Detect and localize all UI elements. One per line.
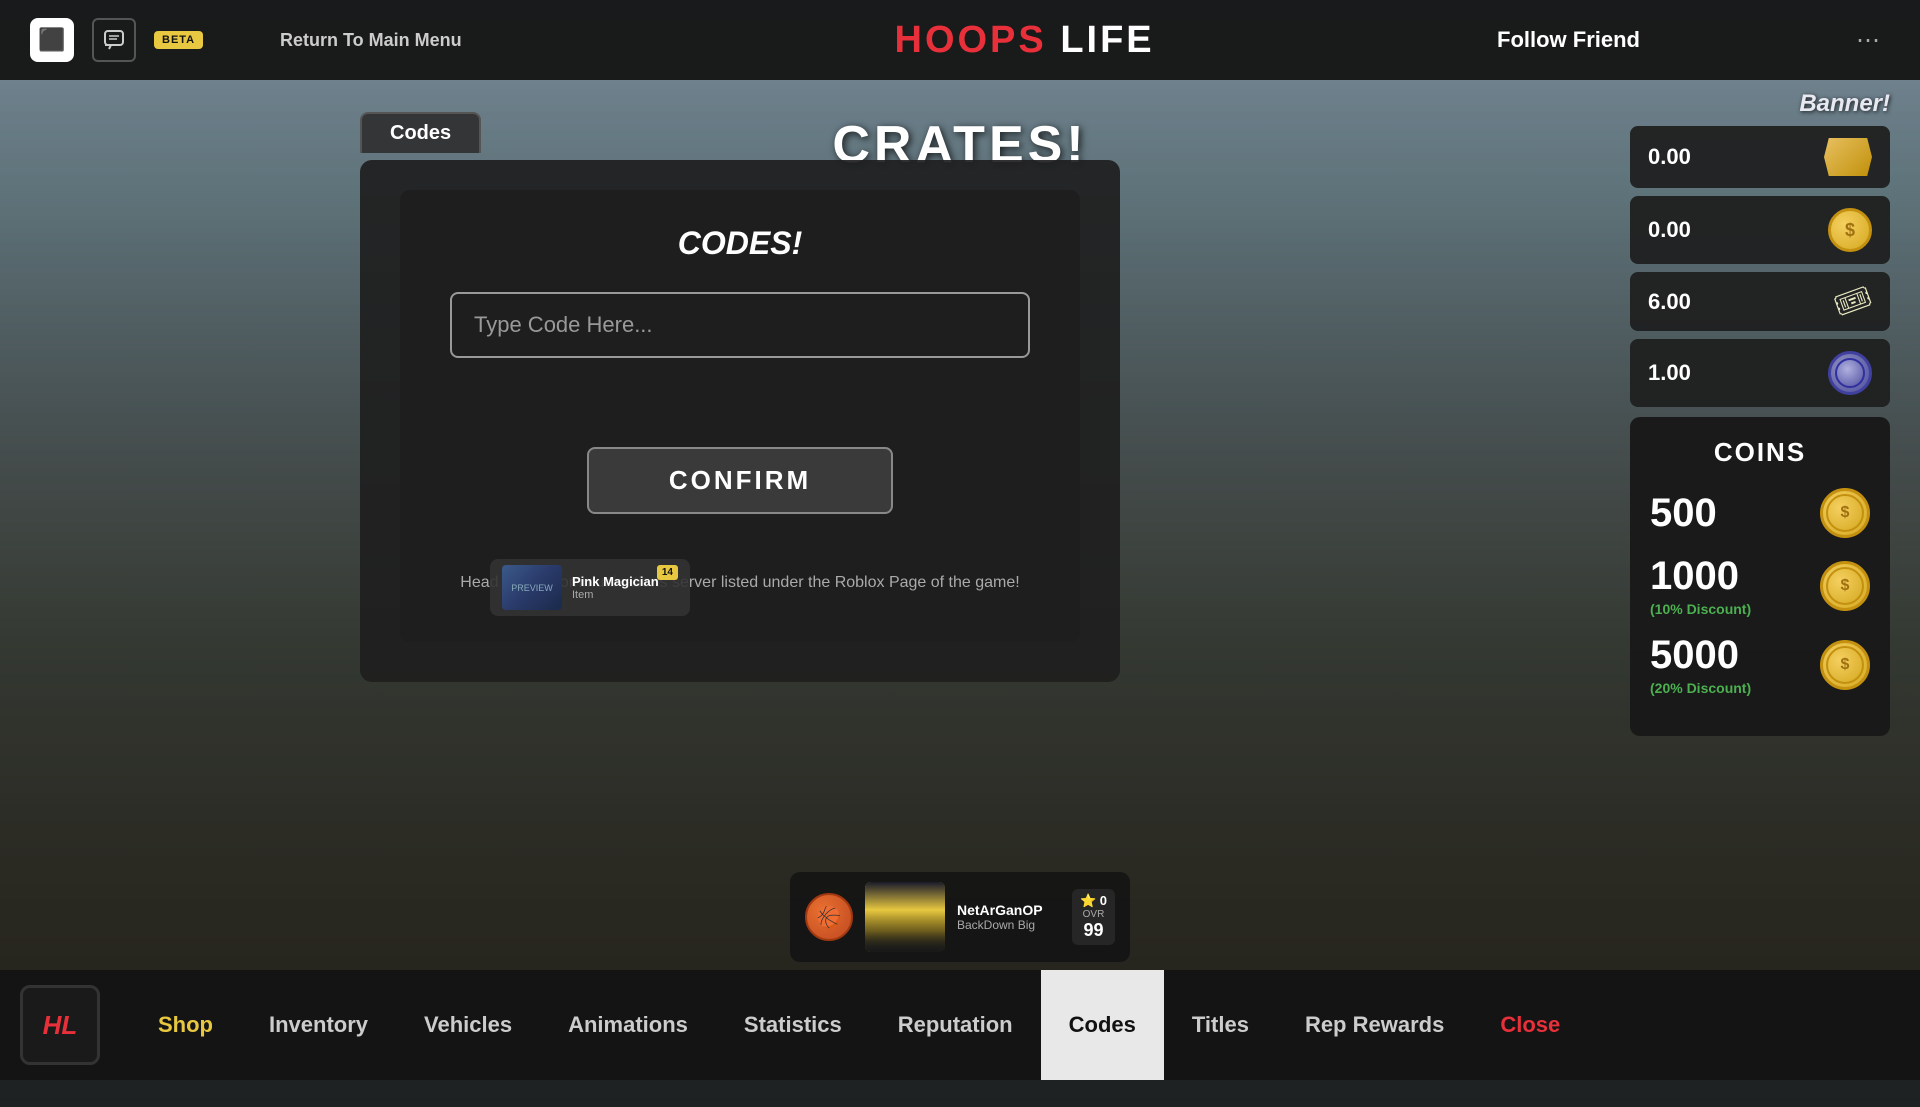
nav-vehicles[interactable]: Vehicles <box>396 970 540 1080</box>
nav-titles[interactable]: Titles <box>1164 970 1277 1080</box>
chat-icon[interactable] <box>92 18 136 62</box>
code-input[interactable] <box>450 292 1030 358</box>
preview-card: PREVIEW Pink Magician Item 14 <box>490 559 690 616</box>
bottom-nav: HL Shop Inventory Vehicles Animations St… <box>0 970 1920 1080</box>
roblox-icon: ⬛ <box>30 18 74 62</box>
coin-icon: $ <box>1828 208 1872 252</box>
player-ball-icon: 🏀 <box>805 893 853 941</box>
more-options-icon[interactable]: ⋯ <box>1846 18 1890 62</box>
nav-animations[interactable]: Animations <box>540 970 716 1080</box>
coin-buy-5000[interactable]: $ <box>1820 640 1870 690</box>
nav-rep-rewards[interactable]: Rep Rewards <box>1277 970 1472 1080</box>
coins-shop-title: COINS <box>1650 437 1870 468</box>
coin-amount-500: 500 <box>1650 491 1820 536</box>
gold-icon <box>1824 138 1872 176</box>
return-menu-button[interactable]: Return To Main Menu <box>280 30 462 51</box>
player-score-badge: ⭐ 0 OVR 99 <box>1072 889 1115 945</box>
ticket-value: 6.00 <box>1648 289 1691 315</box>
coin-5000-info: 5000 (20% Discount) <box>1650 633 1820 696</box>
confirm-button[interactable]: CONFIRM <box>587 447 893 514</box>
nav-shop[interactable]: Shop <box>130 970 241 1080</box>
codes-tab-label[interactable]: Codes <box>360 112 481 153</box>
nav-reputation[interactable]: Reputation <box>870 970 1041 1080</box>
top-bar: ⬛ BETA Return To Main Menu HOOPS LIFE Fo… <box>0 0 1920 80</box>
token-value: 1.00 <box>1648 360 1691 386</box>
coin-discount-1000: (10% Discount) <box>1650 601 1820 617</box>
coin-amount-1000: 1000 <box>1650 554 1820 599</box>
preview-badge: 14 <box>657 565 678 580</box>
banner-label: Banner! <box>1630 90 1890 118</box>
codes-panel-title: CODES! <box>450 225 1030 262</box>
coin-discount-5000: (20% Discount) <box>1650 680 1820 696</box>
ticket-row: 6.00 🎟 <box>1630 272 1890 331</box>
token-icon <box>1828 351 1872 395</box>
right-currency-panel: Banner! 0.00 0.00 $ 6.00 🎟 1.00 COINS <box>1630 90 1890 736</box>
topbar-center: HOOPS LIFE <box>895 19 1155 62</box>
topbar-left: ⬛ BETA <box>30 18 203 62</box>
coins-shop-panel: COINS 500 $ 1000 (10% Discount) $ <box>1630 417 1890 736</box>
ovr-value: 99 <box>1083 920 1103 941</box>
follow-friend-button[interactable]: Follow Friend <box>1497 27 1640 53</box>
coin-row: 0.00 $ <box>1630 196 1890 264</box>
player-sub: BackDown Big <box>957 918 1060 932</box>
coin-1000-info: 1000 (10% Discount) <box>1650 554 1820 617</box>
coin-buy-500[interactable]: $ <box>1820 488 1870 538</box>
nav-close[interactable]: Close <box>1472 970 1588 1080</box>
title-life: LIFE <box>1060 19 1154 61</box>
nav-codes[interactable]: Codes <box>1041 970 1164 1080</box>
token-row: 1.00 <box>1630 339 1890 407</box>
player-card: 🏀 NetArGanOP BackDown Big ⭐ 0 OVR 99 <box>790 872 1130 962</box>
title-hoops: HOOPS <box>895 19 1047 61</box>
player-name: NetArGanOP <box>957 902 1060 918</box>
preview-sub: Item <box>572 589 659 601</box>
gold-row: 0.00 <box>1630 126 1890 188</box>
codes-panel: Codes CODES! PREVIEW Pink Magician Item … <box>360 160 1120 682</box>
coin-row-value: 0.00 <box>1648 217 1691 243</box>
game-title: HOOPS LIFE <box>895 19 1155 62</box>
player-score: ⭐ 0 <box>1080 893 1107 909</box>
nav-logo: HL <box>20 985 100 1065</box>
coin-option-5000[interactable]: 5000 (20% Discount) $ <box>1650 633 1870 696</box>
nav-inventory[interactable]: Inventory <box>241 970 396 1080</box>
player-info: NetArGanOP BackDown Big <box>957 902 1060 932</box>
nav-statistics[interactable]: Statistics <box>716 970 870 1080</box>
coin-buy-1000[interactable]: $ <box>1820 561 1870 611</box>
preview-thumbnail: PREVIEW <box>502 565 562 610</box>
preview-name: Pink Magician <box>572 574 659 589</box>
beta-badge: BETA <box>154 31 203 49</box>
gold-value: 0.00 <box>1648 144 1691 170</box>
ovr-label: OVR <box>1083 909 1105 920</box>
player-thumbnail <box>865 882 945 952</box>
coin-option-1000[interactable]: 1000 (10% Discount) $ <box>1650 554 1870 617</box>
coin-option-500[interactable]: 500 $ <box>1650 488 1870 538</box>
main-area: CRATES! Codes CODES! PREVIEW Pink Magici… <box>0 80 1920 970</box>
coin-500-info: 500 <box>1650 491 1820 536</box>
coin-amount-5000: 5000 <box>1650 633 1820 678</box>
ticket-icon: 🎟 <box>1829 279 1877 325</box>
